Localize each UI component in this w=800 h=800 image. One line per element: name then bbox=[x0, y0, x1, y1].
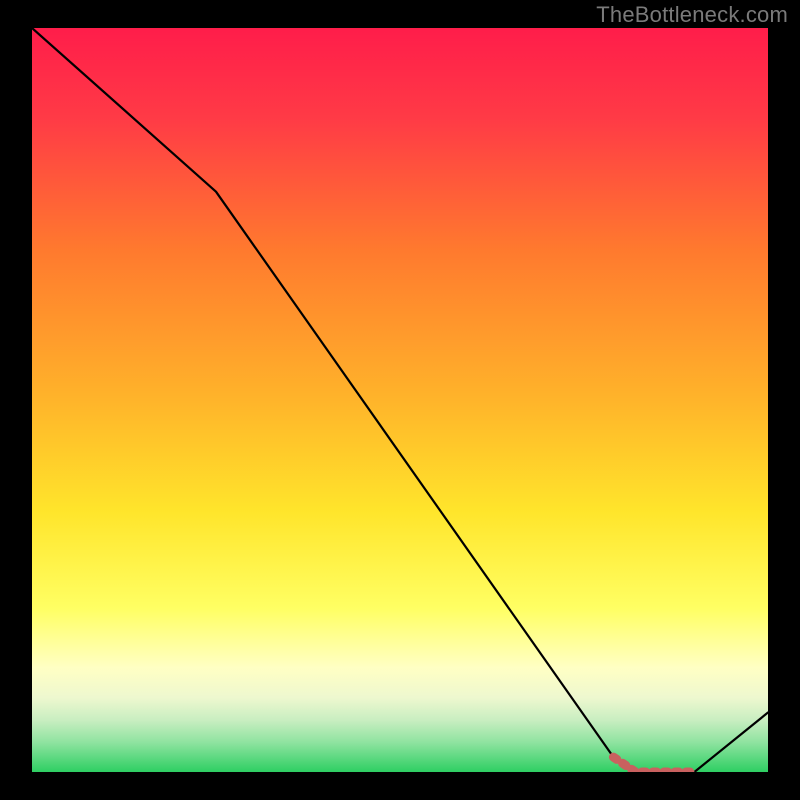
chart-svg bbox=[32, 28, 768, 772]
watermark-text: TheBottleneck.com bbox=[596, 2, 788, 28]
chart-container: TheBottleneck.com bbox=[0, 0, 800, 800]
gradient-background bbox=[32, 28, 768, 772]
plot-area bbox=[32, 28, 768, 772]
